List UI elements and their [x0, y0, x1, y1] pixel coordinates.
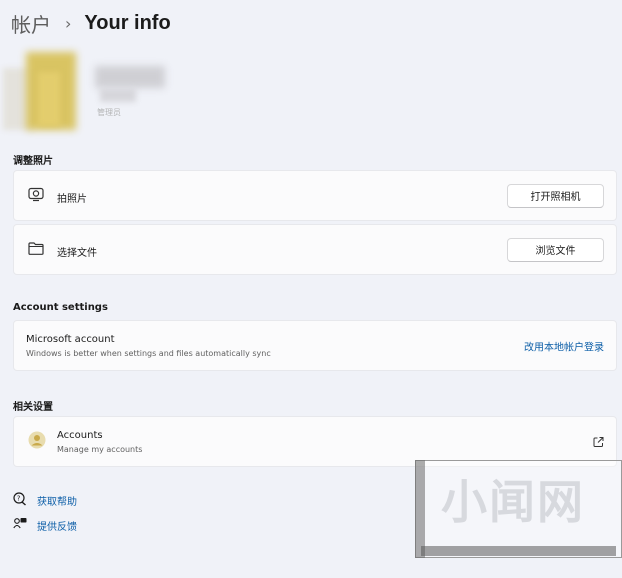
watermark: 小闻网	[415, 460, 622, 558]
page-title: Your info	[84, 11, 171, 34]
give-feedback-link[interactable]: 提供反馈	[13, 516, 77, 535]
camera-icon	[28, 186, 44, 205]
user-role-label: 管理员	[97, 108, 121, 117]
open-camera-button[interactable]: 打开照相机	[507, 183, 604, 208]
folder-icon	[28, 240, 44, 259]
breadcrumb-parent-link[interactable]: 帐户	[11, 9, 51, 38]
accounts-title: Accounts	[57, 430, 103, 441]
profile-header: 管理员	[0, 48, 200, 138]
section-heading-related: 相关设置	[13, 402, 53, 413]
give-feedback-label: 提供反馈	[37, 522, 77, 533]
feedback-icon	[13, 516, 27, 535]
microsoft-account-row: Microsoft account Windows is better when…	[13, 320, 617, 371]
watermark-bottom-strip	[421, 546, 616, 556]
microsoft-account-title: Microsoft account	[26, 334, 115, 345]
user-email-redacted	[100, 88, 136, 102]
help-icon: ?	[13, 491, 27, 510]
choose-file-row: 选择文件 浏览文件	[13, 224, 617, 275]
take-photo-label: 拍照片	[57, 194, 87, 205]
user-name-redacted	[95, 66, 165, 88]
take-photo-row: 拍照片 打开照相机	[13, 170, 617, 221]
section-heading-account-settings: Account settings	[13, 302, 108, 313]
watermark-text: 小闻网	[441, 475, 585, 529]
section-heading-photo: 调整照片	[13, 156, 53, 167]
browse-files-button[interactable]: 浏览文件	[507, 237, 604, 262]
get-help-link[interactable]: ? 获取帮助	[13, 491, 77, 510]
watermark-side-strip	[415, 460, 425, 558]
svg-text:?: ?	[17, 495, 21, 503]
avatar-image-detail	[38, 72, 60, 126]
accounts-icon	[28, 431, 46, 453]
choose-file-label: 选择文件	[57, 248, 97, 259]
breadcrumb: 帐户 › Your info	[11, 8, 171, 38]
microsoft-account-subtitle: Windows is better when settings and file…	[26, 349, 271, 358]
sign-in-local-account-link[interactable]: 改用本地帐户登录	[524, 338, 604, 353]
accounts-subtitle: Manage my accounts	[57, 445, 143, 454]
external-link-icon[interactable]	[593, 432, 604, 451]
get-help-label: 获取帮助	[37, 497, 77, 508]
breadcrumb-separator: ›	[65, 13, 72, 33]
